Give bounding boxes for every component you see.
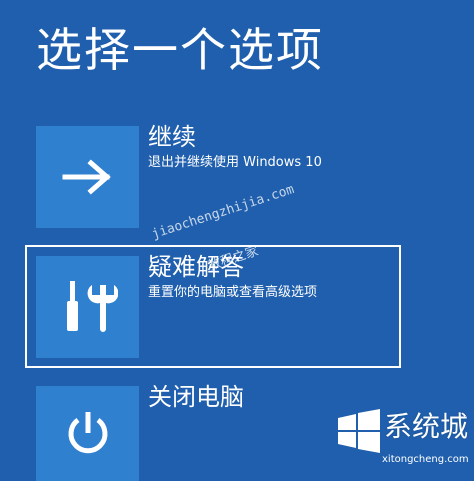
option-title: 继续 — [148, 123, 196, 151]
arrow-right-icon — [62, 159, 111, 195]
option-title: 关闭电脑 — [148, 383, 244, 411]
option-continue[interactable]: 继续 退出并继续使用 Windows 10 — [36, 123, 406, 228]
page-title: 选择一个选项 — [36, 23, 324, 77]
brand-watermark: 系统城 xitongcheng.com — [334, 404, 470, 479]
continue-tile[interactable] — [36, 126, 139, 228]
tools-icon — [66, 281, 118, 332]
shutdown-tile[interactable] — [36, 386, 139, 481]
troubleshoot-tile[interactable] — [36, 256, 139, 358]
brand-url: xitongcheng.com — [382, 454, 469, 465]
option-description: 退出并继续使用 Windows 10 — [148, 155, 322, 170]
option-troubleshoot[interactable]: 疑难解答 重置你的电脑或查看高级选项 — [36, 253, 406, 358]
windows-logo-icon — [338, 409, 380, 453]
power-icon — [68, 411, 107, 453]
option-description: 重置你的电脑或查看高级选项 — [148, 285, 318, 300]
brand-name: 系统城 — [384, 410, 469, 443]
